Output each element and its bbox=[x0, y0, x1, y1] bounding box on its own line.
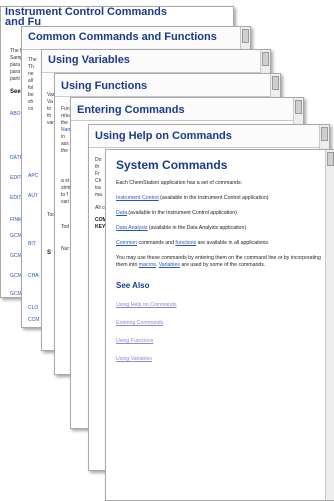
text-fragment: bo bbox=[28, 92, 34, 98]
see-also-link-entering-commands[interactable]: Entering Commands bbox=[116, 320, 321, 326]
text-fragment: para bbox=[10, 69, 21, 75]
data-link[interactable]: Data bbox=[116, 210, 127, 216]
command-link[interactable]: EDIT bbox=[10, 195, 21, 202]
command-link[interactable]: BIT bbox=[28, 241, 36, 248]
macros-link[interactable]: macros bbox=[139, 262, 156, 268]
variables-link[interactable]: Variables bbox=[159, 262, 180, 268]
data-item: Data (available in the Instrument Contro… bbox=[116, 210, 321, 217]
window-title: Using Help on Commands bbox=[95, 130, 232, 142]
text-fragment: a st bbox=[61, 178, 70, 184]
command-link[interactable]: AUT bbox=[28, 193, 38, 200]
text-fragment: fol bbox=[28, 85, 34, 91]
page-title: System Commands bbox=[116, 158, 228, 172]
window-title: Using Variables bbox=[48, 54, 130, 66]
text-fragment: para bbox=[10, 62, 21, 68]
text-fragment: parti bbox=[10, 76, 20, 82]
data-analysis-item: Data Analysis (available in the Data Ana… bbox=[116, 225, 321, 232]
common-link[interactable]: Common bbox=[116, 240, 137, 246]
usage-paragraph: You may use these commands by entering t… bbox=[116, 255, 321, 268]
text-fragment: th bbox=[47, 113, 52, 119]
text-fragment: tra bbox=[95, 185, 101, 191]
text-fragment: Nur bbox=[61, 246, 70, 252]
see-also-list: Using Help on Commands Entering Commands… bbox=[116, 302, 321, 362]
scroll-thumb[interactable] bbox=[272, 76, 279, 90]
scroll-thumb[interactable] bbox=[242, 29, 249, 43]
command-link[interactable]: GCM bbox=[10, 273, 22, 280]
scroll-thumb[interactable] bbox=[295, 100, 302, 114]
text-fragment: to bbox=[47, 106, 52, 112]
intro-text: Each ChemStation application has a set o… bbox=[116, 180, 243, 186]
text-fragment: retu bbox=[61, 113, 70, 119]
help-content: System Commands Each ChemStation applica… bbox=[116, 158, 321, 362]
item-desc: (available in the Instrument Control app… bbox=[126, 210, 237, 216]
text-fragment: The f bbox=[10, 48, 22, 54]
text-fragment: Th bbox=[28, 64, 34, 70]
text-fragment: Fr bbox=[95, 171, 100, 177]
common-end-text: are available in all applications. bbox=[196, 240, 270, 246]
functions-link[interactable]: functions bbox=[175, 240, 196, 246]
text-fragment: ma bbox=[95, 192, 102, 198]
text-fragment: vari bbox=[61, 199, 70, 205]
scrollbar[interactable] bbox=[325, 150, 334, 500]
text-fragment: var bbox=[47, 120, 54, 126]
text-fragment: Ch bbox=[95, 178, 102, 184]
window-title: Entering Commands bbox=[77, 104, 185, 116]
see-also-heading: See Also bbox=[116, 281, 150, 290]
see-also-link-using-variables[interactable]: Using Variables bbox=[116, 356, 321, 362]
text-fragment: The bbox=[28, 57, 37, 63]
command-link[interactable]: GCM bbox=[10, 233, 22, 240]
scroll-thumb[interactable] bbox=[327, 152, 334, 166]
scroll-thumb[interactable] bbox=[321, 127, 328, 141]
text-fragment: Fun bbox=[61, 106, 70, 112]
text-fragment: all bbox=[28, 78, 34, 84]
text-fragment: to f bbox=[61, 192, 68, 198]
text-fragment: Tod bbox=[61, 224, 70, 230]
help-window-system-commands[interactable]: System Commands Each ChemStation applica… bbox=[105, 149, 334, 501]
text-fragment: sh bbox=[28, 99, 34, 105]
item-desc: (available in the Data Analysis applicat… bbox=[147, 225, 247, 231]
window-title: Using Functions bbox=[61, 80, 148, 92]
window-title: Common Commands and Functions bbox=[28, 31, 217, 43]
common-mid-text: commands and bbox=[137, 240, 176, 246]
text-fragment: in bbox=[61, 134, 65, 140]
text-fragment: Do bbox=[95, 157, 102, 163]
command-link[interactable]: EDIT bbox=[10, 175, 21, 182]
item-desc: (available in the Instrument Control app… bbox=[158, 195, 269, 201]
text-fragment: th bbox=[95, 164, 100, 170]
window-title: Instrument Control Commands and Fu bbox=[5, 6, 167, 28]
see-also-link-using-functions[interactable]: Using Functions bbox=[116, 338, 321, 344]
command-link[interactable]: GCM bbox=[10, 253, 22, 260]
command-link[interactable]: APC bbox=[28, 173, 38, 180]
text-fragment: ass bbox=[61, 141, 69, 147]
text-fragment: S bbox=[47, 250, 52, 256]
usage-end-text: are used by some of the commands. bbox=[179, 262, 266, 268]
text-fragment: the bbox=[61, 148, 68, 154]
instrument-control-link[interactable]: Instrument Control bbox=[116, 195, 159, 201]
common-item: Common commands and functions are availa… bbox=[116, 240, 321, 247]
command-link[interactable]: ABO bbox=[10, 111, 21, 118]
see-also-link-using-help[interactable]: Using Help on Commands bbox=[116, 302, 321, 308]
see-also-heading: See bbox=[10, 89, 21, 95]
data-analysis-link[interactable]: Data Analysis bbox=[116, 225, 147, 231]
command-link[interactable]: CLO bbox=[28, 305, 38, 312]
text-fragment: ne bbox=[28, 71, 34, 77]
scroll-thumb[interactable] bbox=[262, 52, 269, 66]
command-link[interactable]: CCM bbox=[28, 317, 39, 324]
text-fragment: Va bbox=[47, 99, 53, 105]
command-link[interactable]: GCM bbox=[10, 291, 22, 297]
instrument-control-item: Instrument Control (available in the Ins… bbox=[116, 195, 321, 202]
command-link[interactable]: CHA bbox=[28, 273, 39, 280]
text-fragment: the bbox=[61, 120, 68, 126]
text-fragment: co bbox=[28, 106, 34, 112]
